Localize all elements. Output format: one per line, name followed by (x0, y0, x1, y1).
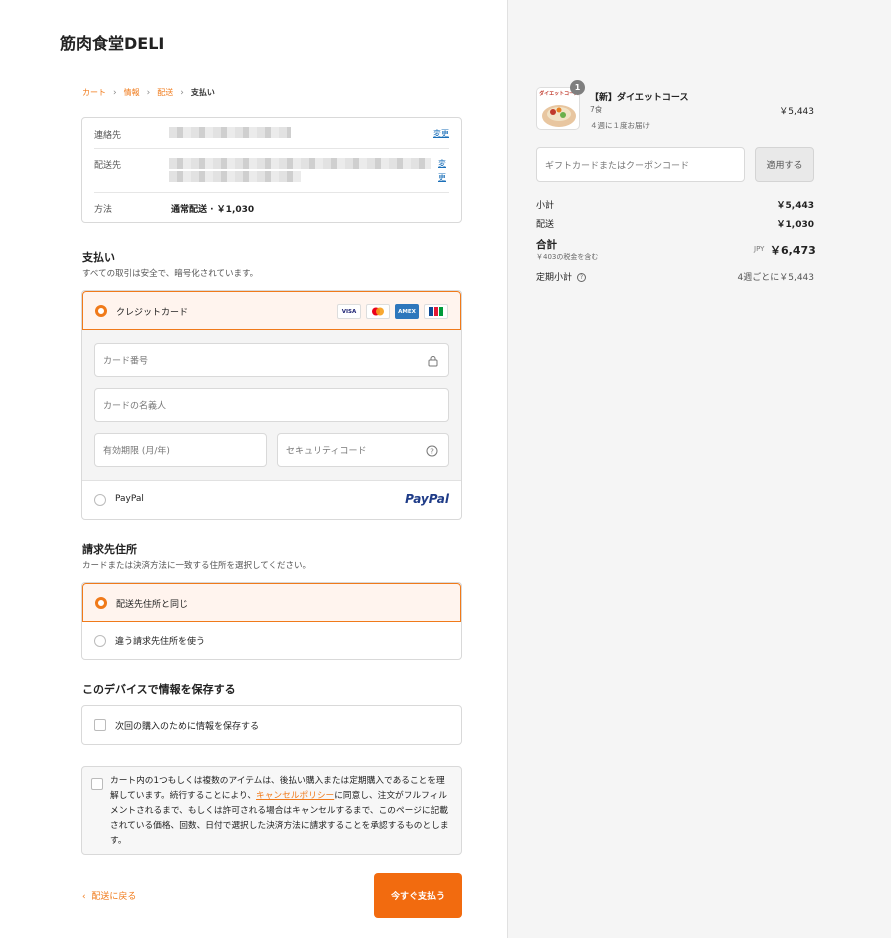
mastercard-icon (366, 304, 390, 319)
billing-subtitle: カードまたは決済方法に一致する住所を選択してください。 (82, 561, 311, 571)
chevron-left-icon: ‹ (82, 892, 86, 902)
card-logos: VISA AMEX (337, 304, 448, 319)
billing-different-radio[interactable] (94, 635, 106, 647)
contact-value-redacted (169, 127, 291, 138)
visa-icon: VISA (337, 304, 361, 319)
change-contact-link[interactable]: 変更 (433, 128, 449, 139)
billing-same-option[interactable]: 配送先住所と同じ (82, 583, 461, 622)
paypal-option[interactable]: PayPal PayPal (82, 481, 461, 519)
method-row: 方法 通常配送 · ￥1,030 (94, 193, 449, 222)
coupon-placeholder: ギフトカードまたはクーポンコード (545, 161, 690, 171)
terms-checkbox[interactable] (91, 778, 103, 790)
question-circle-icon[interactable]: ? (426, 445, 438, 457)
back-label: 配送に戻る (91, 892, 137, 902)
cancel-policy-link[interactable]: キャンセルポリシー (256, 791, 334, 801)
chevron-right-icon: › (146, 87, 151, 98)
billing-title: 請求先住所 (82, 543, 137, 556)
shipping-label: 配送 (536, 220, 555, 230)
lock-icon (428, 356, 438, 367)
order-summary-sidebar (507, 0, 891, 938)
credit-card-option[interactable]: クレジットカード VISA AMEX (82, 291, 461, 330)
save-info-box: 次回の購入のために情報を保存する (81, 705, 462, 745)
svg-text:?: ? (430, 448, 434, 456)
credit-card-radio[interactable] (95, 305, 107, 317)
recurring-label: 定期小計 (536, 273, 573, 283)
item-variant: 7食 (590, 105, 603, 114)
paypal-label: PayPal (115, 494, 144, 504)
breadcrumb-info[interactable]: 情報 (124, 87, 140, 98)
contact-label: 連絡先 (94, 131, 122, 141)
card-number-placeholder: カード番号 (103, 356, 149, 367)
method-label: 方法 (94, 205, 113, 215)
shipto-value-redacted (169, 171, 301, 182)
card-name-input[interactable]: カードの名義人 (94, 388, 449, 422)
currency-code: JPY (754, 245, 765, 253)
paypal-radio[interactable] (94, 494, 106, 506)
apply-coupon-button[interactable]: 適用する (755, 147, 814, 182)
card-name-placeholder: カードの名義人 (103, 401, 167, 412)
shipto-row: 配送先 変 更 (94, 149, 449, 193)
question-circle-icon[interactable]: ? (577, 273, 587, 282)
card-fields: カード番号 カードの名義人 有効期限 (月/年) セキュリティコード ? (82, 330, 461, 481)
contact-row: 連絡先 変更 (94, 118, 449, 149)
coupon-input[interactable]: ギフトカードまたはクーポンコード (536, 147, 745, 182)
cvc-placeholder: セキュリティコード (286, 446, 367, 457)
save-info-checkbox[interactable] (94, 719, 106, 731)
subtotal-value: ￥5,443 (776, 201, 814, 211)
shipping-value: ￥1,030 (776, 220, 814, 230)
card-number-input[interactable]: カード番号 (94, 343, 449, 377)
save-info-title: このデバイスで情報を保存する (82, 683, 236, 696)
change-shipto-link-b[interactable]: 更 (438, 172, 446, 183)
method-value: 通常配送 · ￥1,030 (171, 205, 255, 215)
total-label: 合計 (536, 239, 557, 251)
billing-options: 配送先住所と同じ 違う請求先住所を使う (81, 582, 462, 660)
save-info-label: 次回の購入のために情報を保存する (115, 722, 260, 732)
billing-same-label: 配送先住所と同じ (116, 600, 189, 610)
recurring-value: 4週ごとに￥5,443 (737, 273, 815, 283)
terms-text: カート内の1つもしくは複数のアイテムは、後払い購入または定期購入であることを理解… (110, 774, 450, 849)
breadcrumb-shipping[interactable]: 配送 (157, 87, 173, 98)
shipto-label: 配送先 (94, 161, 122, 171)
payment-methods: クレジットカード VISA AMEX カード番号 カードの名義人 有効期限 (月… (81, 290, 462, 520)
cvc-input[interactable]: セキュリティコード ? (277, 433, 449, 467)
payment-subtitle: すべての取引は安全で、暗号化されています。 (82, 269, 259, 279)
chevron-right-icon: › (113, 87, 117, 98)
pay-now-button[interactable]: 今すぐ支払う (374, 873, 462, 918)
store-logo[interactable]: 筋肉食堂DELI (60, 30, 164, 54)
chevron-right-icon: › (180, 87, 184, 98)
checkout-main: 筋肉食堂DELI カート › 情報 › 配送 › 支払い 連絡先 変更 配送先 … (0, 0, 507, 938)
item-schedule: ４週に１度お届け (590, 121, 650, 130)
billing-same-radio[interactable] (95, 597, 107, 609)
payment-title: 支払い (82, 251, 115, 264)
billing-different-option[interactable]: 違う請求先住所を使う (82, 622, 461, 659)
expiry-input[interactable]: 有効期限 (月/年) (94, 433, 267, 467)
credit-card-label: クレジットカード (116, 308, 189, 318)
breadcrumb-cart[interactable]: カート (82, 87, 106, 98)
change-shipto-link-a[interactable]: 変 (438, 158, 446, 169)
item-price: ￥5,443 (779, 107, 814, 117)
expiry-placeholder: 有効期限 (月/年) (103, 446, 170, 457)
breadcrumb-payment: 支払い (190, 88, 215, 97)
shipto-value-redacted (169, 158, 431, 169)
item-quantity-badge: 1 (570, 80, 585, 95)
recurring-subtotal: 定期小計? (536, 270, 587, 283)
subtotal-label: 小計 (536, 201, 555, 211)
jcb-icon (424, 304, 448, 319)
item-name: 【新】ダイエットコース (590, 93, 689, 103)
amex-icon: AMEX (395, 304, 419, 319)
billing-different-label: 違う請求先住所を使う (115, 637, 206, 647)
back-to-shipping-link[interactable]: ‹ 配送に戻る (82, 889, 136, 902)
tax-note: ￥403の税金を含む (536, 253, 599, 261)
paypal-logo: PayPal (405, 492, 449, 506)
breadcrumb: カート › 情報 › 配送 › 支払い (82, 87, 215, 98)
order-info-summary: 連絡先 変更 配送先 変 更 方法 通常配送 · ￥1,030 (81, 117, 462, 223)
total-value: ￥6,473 (770, 244, 816, 257)
